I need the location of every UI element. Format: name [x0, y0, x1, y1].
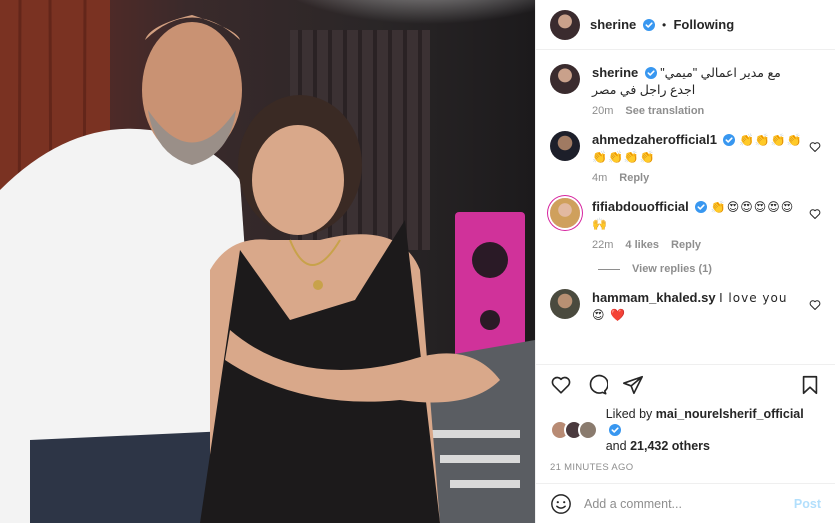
reply-button[interactable]: Reply: [671, 239, 701, 251]
likes-others[interactable]: 21,432 others: [630, 439, 710, 453]
caption-time: 20m: [592, 105, 614, 117]
likes-summary: Liked by mai_nourelsherif_official and 2…: [536, 404, 835, 454]
likes-and: and: [605, 439, 627, 453]
reply-button[interactable]: Reply: [619, 172, 649, 184]
header-username[interactable]: sherine: [590, 17, 636, 32]
heart-icon[interactable]: [809, 208, 821, 220]
comment-likes[interactable]: 4 likes: [625, 239, 659, 251]
comments-list: sherine مع مدير اعمالي "ميمي" اجدع راجل …: [536, 50, 835, 364]
avatar-icon[interactable]: [550, 289, 580, 319]
avatar-icon[interactable]: [550, 9, 580, 40]
post-side-panel: sherine • Following sherine مع مدير اعما…: [535, 0, 835, 523]
comment-item: ahmedzaherofficial1 👏👏👏👏👏👏👏👏 4m Reply: [550, 131, 821, 184]
liker-username[interactable]: mai_nourelsherif_official: [656, 407, 804, 421]
comment-username[interactable]: hammam_khaled.sy: [592, 290, 716, 305]
add-comment-input[interactable]: [584, 496, 782, 511]
liker-avatars: [550, 420, 600, 440]
comment-username[interactable]: ahmedzaherofficial1: [592, 132, 717, 147]
avatar-icon[interactable]: [550, 131, 580, 161]
likes-prefix: Liked by: [605, 407, 653, 421]
verified-badge-icon: [723, 134, 736, 146]
heart-icon[interactable]: [809, 141, 821, 153]
comment-bubble-icon[interactable]: [586, 374, 608, 396]
add-comment-bar: Post: [536, 483, 835, 523]
avatar-icon[interactable]: [550, 64, 580, 94]
comment-time: 4m: [592, 172, 608, 184]
see-translation-link[interactable]: See translation: [625, 105, 704, 117]
header-separator: •: [661, 18, 667, 32]
verified-badge-icon: [644, 67, 657, 79]
caption-username[interactable]: sherine: [592, 65, 638, 80]
heart-icon[interactable]: [550, 374, 572, 396]
comment-item: hammam_khaled.sy I love you 😍 ❤️: [550, 289, 821, 324]
post-header: sherine • Following: [536, 0, 835, 50]
paper-plane-icon[interactable]: [622, 374, 644, 396]
caption: sherine مع مدير اعمالي "ميمي" اجدع راجل …: [550, 64, 821, 117]
comment-item: fifiabdouofficial 👏😍😍😍😍😍🙌 22m 4 likes Re…: [550, 198, 821, 251]
post-photo[interactable]: [0, 0, 535, 523]
comment-username[interactable]: fifiabdouofficial: [592, 199, 689, 214]
post-timestamp[interactable]: 21 MINUTES AGO: [536, 454, 835, 483]
verified-badge-icon: [608, 424, 621, 436]
avatar-icon[interactable]: [550, 198, 580, 228]
view-replies-label: View replies (1): [632, 263, 712, 275]
comment-time: 22m: [592, 239, 614, 251]
post-comment-button[interactable]: Post: [794, 497, 821, 511]
following-button[interactable]: Following: [673, 17, 734, 32]
view-replies-line: [598, 268, 620, 270]
bookmark-icon[interactable]: [799, 374, 821, 396]
verified-badge-icon: [642, 19, 655, 31]
heart-icon[interactable]: [809, 299, 821, 311]
instagram-post: sherine • Following sherine مع مدير اعما…: [0, 0, 835, 523]
view-replies-button[interactable]: View replies (1): [598, 263, 821, 275]
verified-badge-icon: [695, 201, 708, 213]
avatar-icon: [578, 420, 598, 440]
smiley-icon[interactable]: [550, 493, 572, 515]
photo-illustration: [0, 0, 535, 523]
post-actions: [536, 364, 835, 404]
